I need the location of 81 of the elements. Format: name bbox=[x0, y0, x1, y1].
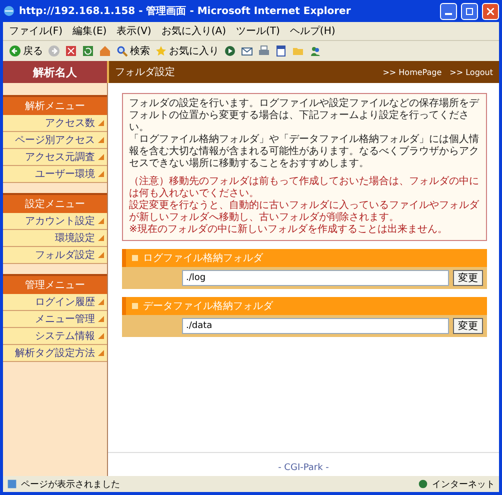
arrow-icon bbox=[98, 218, 104, 224]
menu-item[interactable]: ファイル(F) bbox=[9, 24, 63, 38]
toolbar-button[interactable] bbox=[241, 45, 253, 57]
sidebar-item[interactable]: アクセス元調査 bbox=[3, 149, 107, 166]
arrow-icon bbox=[98, 252, 104, 258]
page-title: フォルダ設定 bbox=[115, 66, 176, 79]
warning-text: 設定変更を行なうと、自動的に古いフォルダに入っているファイルやフォルダが新しいフォルダへ移動し、古いフォルダが削除されます。 bbox=[129, 200, 480, 224]
stop-icon bbox=[65, 45, 77, 57]
search-icon bbox=[116, 45, 128, 57]
menu-item[interactable]: ヘルプ(H) bbox=[290, 24, 336, 38]
toolbar-button[interactable]: 検索 bbox=[116, 44, 150, 58]
sidebar-item[interactable]: ページ別アクセス bbox=[3, 132, 107, 149]
change-button[interactable]: 変更 bbox=[453, 318, 483, 334]
arrow-icon bbox=[98, 171, 104, 177]
arrow-icon bbox=[98, 299, 104, 305]
people-icon bbox=[309, 45, 321, 57]
toolbar-button[interactable] bbox=[258, 45, 270, 57]
section-header: ログファイル格納フォルダ bbox=[122, 249, 487, 267]
sidebar-item[interactable]: アクセス数 bbox=[3, 115, 107, 132]
header-link[interactable]: >> Logout bbox=[450, 68, 493, 76]
sidebar-item[interactable]: 解析タグ設定方法 bbox=[3, 345, 107, 362]
forward-icon bbox=[48, 45, 60, 57]
square-icon bbox=[132, 255, 138, 261]
toolbar-button[interactable] bbox=[82, 45, 94, 57]
menu-item[interactable]: 表示(V) bbox=[116, 24, 152, 38]
arrow-icon bbox=[98, 154, 104, 160]
refresh-icon bbox=[82, 45, 94, 57]
sidebar-item[interactable]: ユーザー環境 bbox=[3, 166, 107, 183]
home-icon bbox=[99, 45, 111, 57]
notice-text: 「ログファイル格納フォルダ」や「データファイル格納フォルダ」には個人情報を含む大切な情報が含まれる可能性があります。なるべくブラウザからアクセスできない場所に移動することをおすすめします。 bbox=[129, 134, 480, 170]
toolbar-button[interactable] bbox=[65, 45, 77, 57]
change-button[interactable]: 変更 bbox=[453, 270, 483, 286]
arrow-icon bbox=[98, 350, 104, 356]
mail-icon bbox=[241, 45, 253, 57]
header-link[interactable]: >> HomePage bbox=[382, 68, 442, 76]
menu-item[interactable]: ツール(T) bbox=[236, 24, 280, 38]
toolbar-button[interactable] bbox=[224, 45, 236, 57]
warning-text: （注意）移動先のフォルダは前もって作成しておいた場合は、フォルダの中には何も入れないでください。 bbox=[129, 176, 480, 200]
sidebar-item[interactable]: ログイン履歴 bbox=[3, 294, 107, 311]
section-header: データファイル格納フォルダ bbox=[122, 297, 487, 315]
window-title: http://192.168.1.158 - 管理画面 - Microsoft Internet Explorer bbox=[19, 4, 352, 18]
arrow-icon bbox=[98, 333, 104, 339]
toolbar-button[interactable]: 戻る bbox=[9, 44, 43, 58]
warning-text: ※現在のフォルダの中に新しいフォルダを作成することは出来ません。 bbox=[129, 224, 448, 236]
back-icon bbox=[9, 45, 21, 57]
star-icon bbox=[155, 45, 167, 57]
status-text: ページが表示されました bbox=[21, 478, 121, 490]
zone-text: インターネット bbox=[432, 478, 495, 490]
arrow-icon bbox=[98, 137, 104, 143]
folder-path-field[interactable]: ./log bbox=[182, 270, 449, 286]
sidebar-item[interactable]: メニュー管理 bbox=[3, 311, 107, 328]
menu-item[interactable]: 編集(E) bbox=[72, 24, 107, 38]
maximize-button[interactable] bbox=[461, 2, 478, 20]
document-icon bbox=[275, 45, 287, 57]
arrow-icon bbox=[98, 235, 104, 241]
notice-text: フォルダの設定を行います。ログファイルや設定ファイルなどの保存場所をデフォルトの位置から変更する場合は、下記フォームより設定を行ってください。 bbox=[129, 98, 480, 134]
toolbar-button[interactable] bbox=[309, 45, 321, 57]
printer-icon bbox=[258, 45, 270, 57]
toolbar-button[interactable]: お気に入り bbox=[155, 44, 219, 58]
app-name: 解析名人 bbox=[3, 61, 109, 83]
footer-text: - CGI-Park - bbox=[278, 463, 329, 473]
arrow-icon bbox=[98, 120, 104, 126]
menu-heading: 管理メニュー bbox=[3, 274, 107, 294]
square-icon bbox=[132, 303, 138, 309]
folder-path-field[interactable]: ./data bbox=[182, 318, 449, 334]
folder-icon bbox=[292, 45, 304, 57]
sidebar-item[interactable]: フォルダ設定 bbox=[3, 247, 107, 264]
close-icon bbox=[487, 8, 494, 14]
toolbar-button[interactable] bbox=[275, 45, 287, 57]
maximize-icon bbox=[466, 8, 473, 14]
minimize-button[interactable] bbox=[440, 2, 457, 20]
arrow-icon bbox=[98, 316, 104, 322]
menu-heading: 解析メニュー bbox=[3, 95, 107, 115]
sidebar-item[interactable]: システム情報 bbox=[3, 328, 107, 345]
close-button[interactable] bbox=[482, 2, 499, 20]
browser-icon bbox=[3, 5, 15, 17]
sidebar-item[interactable]: アカウント設定 bbox=[3, 213, 107, 230]
menu-heading: 設定メニュー bbox=[3, 193, 107, 213]
menu-item[interactable]: お気に入り(A) bbox=[161, 24, 226, 38]
sidebar-item[interactable]: 環境設定 bbox=[3, 230, 107, 247]
media-icon bbox=[224, 45, 236, 57]
